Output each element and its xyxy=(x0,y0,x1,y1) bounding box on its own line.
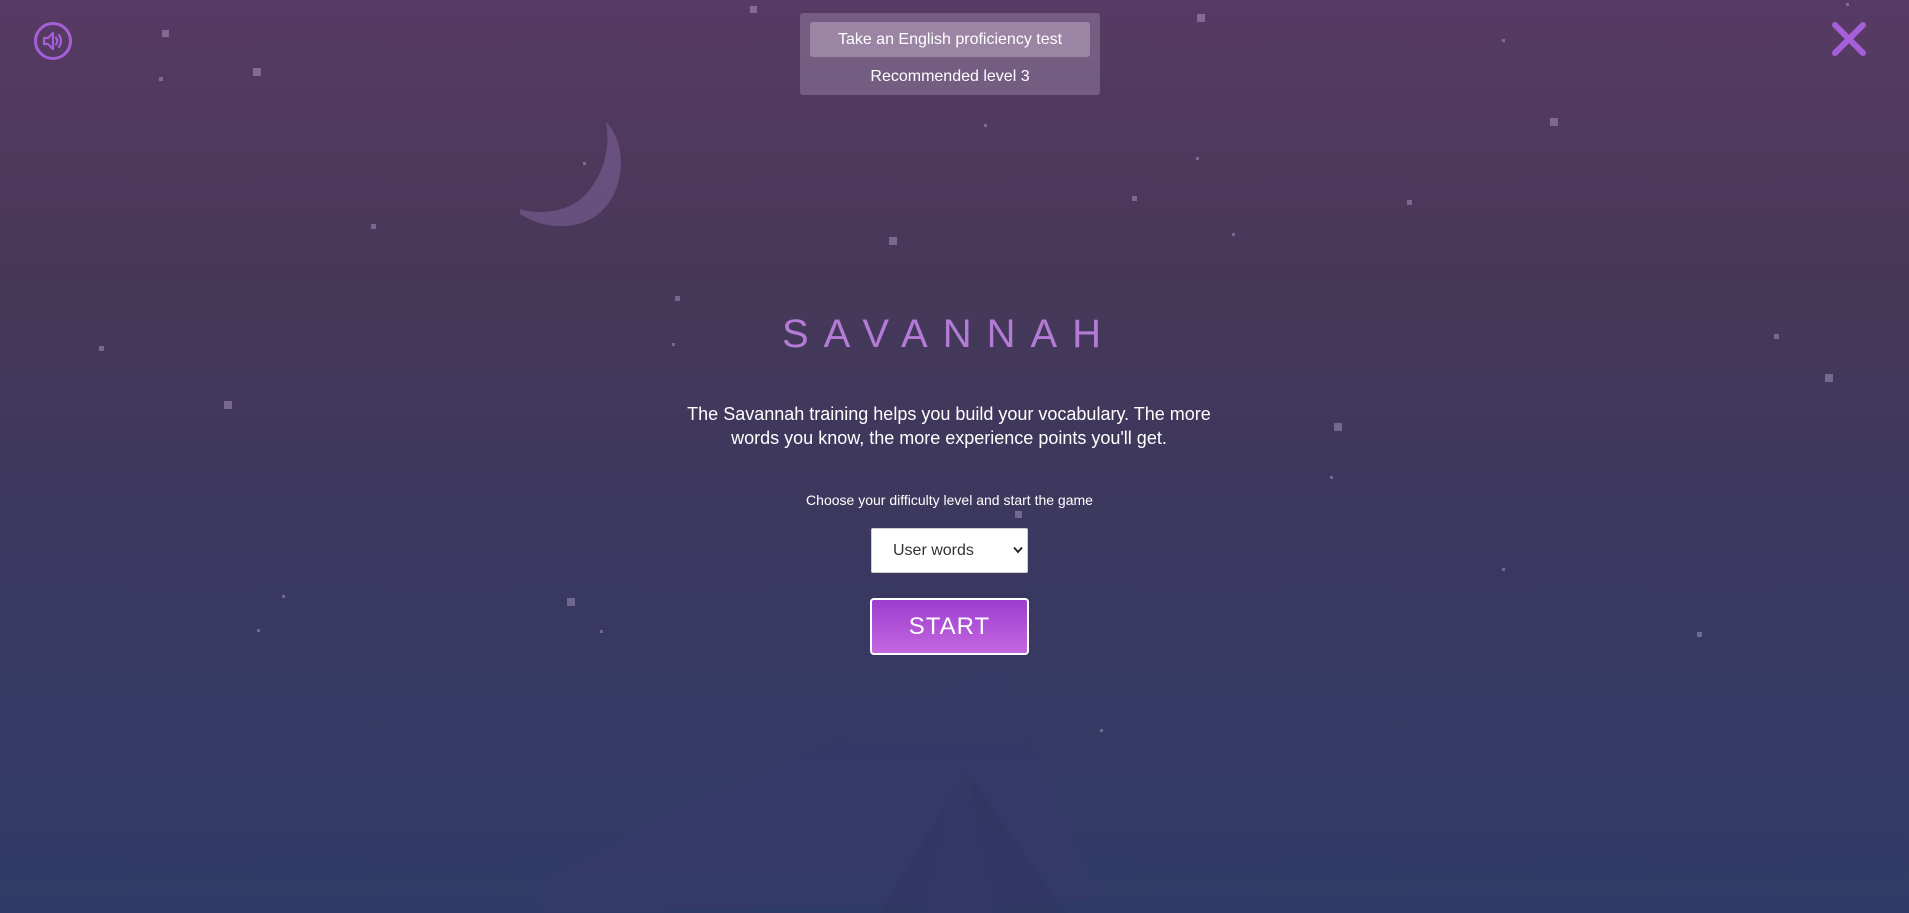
start-button[interactable]: START xyxy=(870,598,1029,655)
close-x-icon xyxy=(1832,22,1866,56)
game-description: The Savannah training helps you build yo… xyxy=(687,404,1211,448)
close-button[interactable] xyxy=(1832,22,1866,56)
difficulty-selected-value: User words xyxy=(893,542,974,559)
chevron-down-icon xyxy=(1013,546,1023,554)
sound-toggle-button[interactable] xyxy=(34,22,72,60)
proficiency-test-button[interactable]: Take an English proficiency test xyxy=(810,22,1090,57)
game-title: SAVANNAH xyxy=(781,312,1117,356)
difficulty-prompt: Choose your difficulty level and start t… xyxy=(806,492,1093,508)
speaker-volume-icon xyxy=(42,31,63,51)
difficulty-select[interactable]: User words xyxy=(871,528,1028,573)
night-sky-background xyxy=(0,0,1909,913)
recommended-level-label: Recommended level 3 xyxy=(870,68,1030,85)
mountain-silhouettes xyxy=(540,670,1100,913)
proficiency-panel: Take an English proficiency test Recomme… xyxy=(800,13,1100,95)
